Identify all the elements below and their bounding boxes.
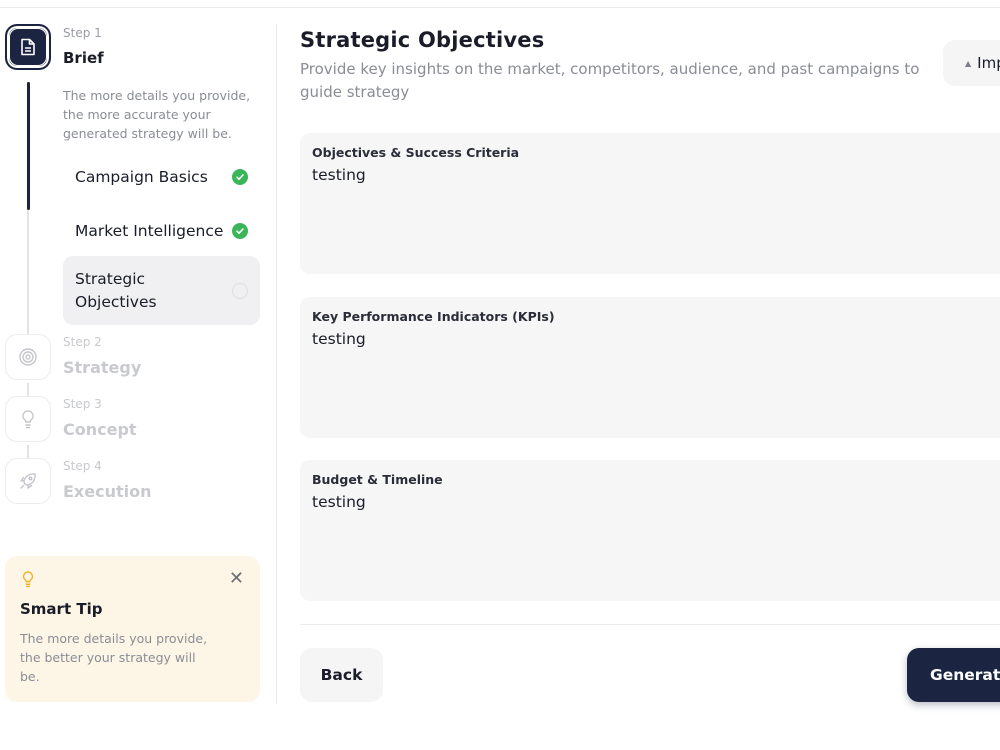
lightbulb-icon <box>22 571 34 588</box>
kpis-textarea[interactable]: Key Performance Indicators (KPIs) testin… <box>300 297 1000 438</box>
generate-strategy-button[interactable]: Generate Strategy <box>907 648 1000 702</box>
step-4-title[interactable]: Execution <box>63 482 152 501</box>
import-button-label: Import <box>977 54 1000 72</box>
step-3-label: Step 3 <box>63 397 102 411</box>
document-icon <box>21 38 35 56</box>
smart-tip-text: The more details you provide, the better… <box>20 631 208 684</box>
step-connector <box>27 445 29 459</box>
substep-label: Strategic Objectives <box>75 269 157 311</box>
field-value[interactable]: testing <box>312 330 1000 348</box>
empty-circle-icon <box>232 282 248 299</box>
substep-label: Market Intelligence <box>75 221 224 240</box>
step-1-label: Step 1 <box>63 26 102 40</box>
page-subtitle: Provide key insights on the market, comp… <box>300 60 920 101</box>
smart-tip-title: Smart Tip <box>20 600 103 618</box>
field-label: Key Performance Indicators (KPIs) <box>312 309 555 324</box>
step-1-title[interactable]: Brief <box>63 49 104 67</box>
check-circle-icon <box>232 169 248 185</box>
footer-divider <box>300 624 1000 625</box>
field-value[interactable]: testing <box>312 166 1000 184</box>
step-1-icon-button[interactable] <box>5 24 51 70</box>
field-label: Budget & Timeline <box>312 472 443 487</box>
upload-icon: ▲ <box>965 58 972 68</box>
smart-tip-card: ✕ Smart Tip The more details you provide… <box>5 556 260 702</box>
back-button[interactable]: Back <box>300 648 383 702</box>
main-content: Strategic Objectives Provide key insight… <box>300 0 1000 750</box>
substep-market-intelligence[interactable]: Market Intelligence <box>63 208 260 254</box>
budget-timeline-textarea[interactable]: Budget & Timeline testing <box>300 460 1000 601</box>
sidebar-divider <box>276 24 277 704</box>
target-icon <box>19 348 37 366</box>
step-progress-rail <box>27 82 30 210</box>
substep-campaign-basics[interactable]: Campaign Basics <box>63 154 260 200</box>
step-2-icon-button[interactable] <box>5 334 51 380</box>
substep-label: Campaign Basics <box>75 167 208 186</box>
rocket-icon <box>20 473 36 489</box>
objectives-textarea[interactable]: Objectives & Success Criteria testing <box>300 133 1000 274</box>
step-2-title[interactable]: Strategy <box>63 358 141 377</box>
step-2-label: Step 2 <box>63 335 102 349</box>
step-connector <box>27 383 29 397</box>
check-circle-icon <box>232 223 248 239</box>
page-title: Strategic Objectives <box>300 28 545 52</box>
field-value[interactable]: testing <box>312 493 1000 511</box>
step-3-title[interactable]: Concept <box>63 420 137 439</box>
step-3-icon-button[interactable] <box>5 396 51 442</box>
substep-strategic-objectives[interactable]: Strategic Objectives <box>63 256 260 325</box>
field-label: Objectives & Success Criteria <box>312 145 520 160</box>
import-button[interactable]: ▲ Import <box>943 40 1000 86</box>
stepper-sidebar: Step 1 Brief The more details you provid… <box>0 8 276 750</box>
close-icon[interactable]: ✕ <box>229 570 244 588</box>
step-4-label: Step 4 <box>63 459 102 473</box>
lightbulb-icon <box>22 410 34 429</box>
step-4-icon-button[interactable] <box>5 458 51 504</box>
step-1-description: The more details you provide, the more a… <box>63 88 251 141</box>
